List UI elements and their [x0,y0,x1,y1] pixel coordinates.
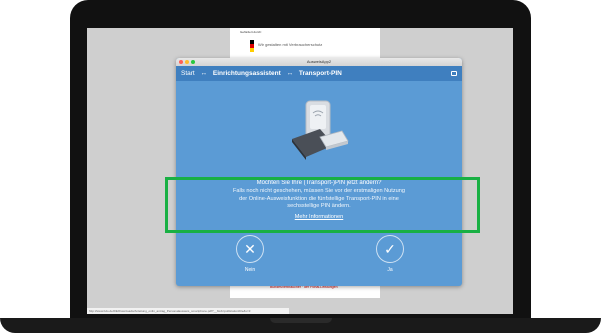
yes-label: Ja [387,267,393,273]
document-tagline: Wir gestalten mit Verbraucherschutz [258,42,323,47]
document-logo-text: Gefördert durch: [240,30,262,34]
no-label: Nein [244,267,256,273]
breadcrumb-separator-icon: ↔ [286,70,294,77]
breadcrumb-einrichtungsassistent[interactable]: Einrichtungsassistent [213,70,281,77]
window-title: AusweisApp2 [306,59,332,64]
screen: Gefördert durch: Wir gestalten mit Verbr… [87,28,513,314]
breadcrumb-separator-icon: ↔ [200,70,208,77]
window-mode-icon[interactable] [451,71,457,76]
flag-icon [250,40,254,52]
laptop-notch [270,318,332,323]
checkmark-icon: ✓ [384,241,396,257]
ausweisapp-window: AusweisApp2 Start ↔ Einrichtungsassisten… [176,58,462,286]
breadcrumb: Start ↔ Einrichtungsassistent ↔ Transpor… [181,66,342,81]
breadcrumb-start[interactable]: Start [181,70,195,77]
window-titlebar[interactable]: AusweisApp2 [176,58,462,66]
yes-circle[interactable]: ✓ [376,235,404,263]
browser-status-url: http://www.bdo.de/DE/Downloads/Anleitung… [87,308,289,314]
breadcrumb-transport-pin: Transport-PIN [298,70,342,77]
no-button[interactable]: ✕ Nein [220,235,280,273]
navigation-bar: Start ↔ Einrichtungsassistent ↔ Transpor… [176,66,462,81]
document-header: Gefördert durch: Wir gestalten mit Verbr… [230,28,380,56]
x-icon: ✕ [244,241,256,257]
card-reader-illustration-icon [292,100,349,160]
yes-button[interactable]: ✓ Ja [360,235,420,273]
highlight-frame [165,177,480,233]
no-circle[interactable]: ✕ [236,235,264,263]
